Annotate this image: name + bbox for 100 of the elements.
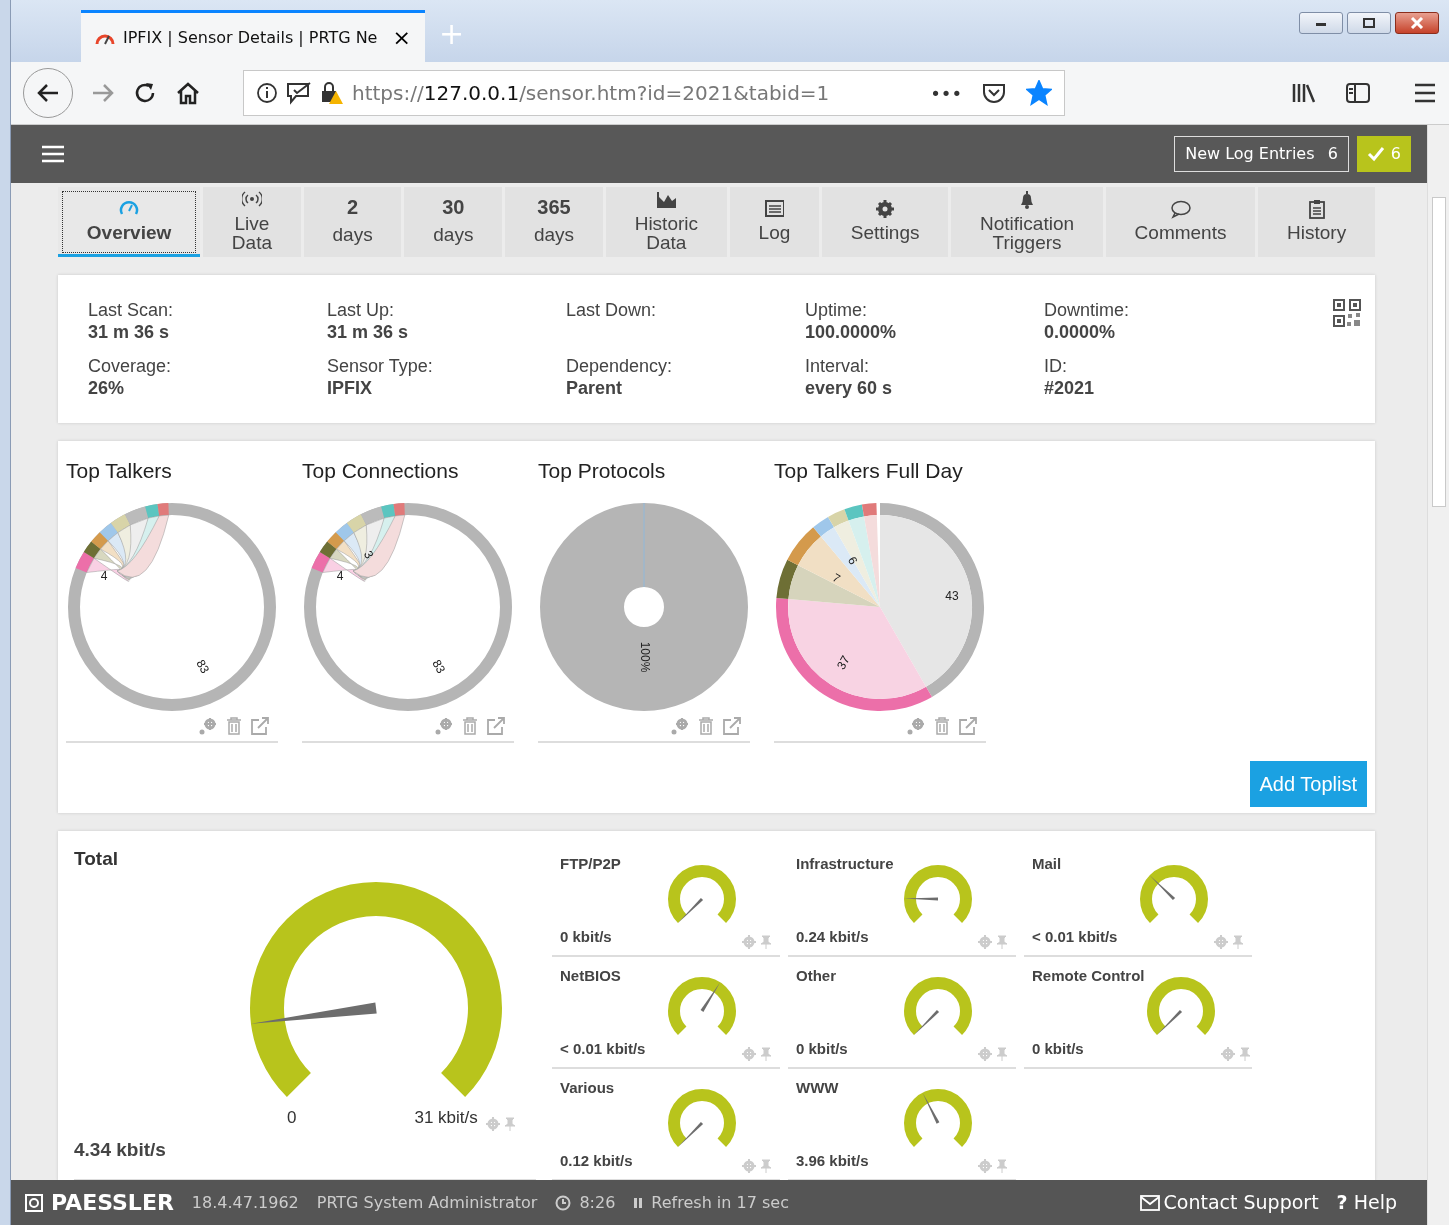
detail-label: Last Down: xyxy=(566,299,658,321)
new-log-entries-button[interactable]: New Log Entries 6 xyxy=(1174,136,1349,172)
page-tab[interactable]: Settings xyxy=(822,187,949,257)
settings-icon[interactable] xyxy=(1214,934,1228,949)
pin-icon[interactable] xyxy=(996,934,1008,949)
settings-icon[interactable] xyxy=(978,1158,992,1173)
settings-icon[interactable] xyxy=(906,716,926,735)
pin-icon[interactable] xyxy=(760,1158,772,1173)
back-button[interactable] xyxy=(23,68,73,118)
home-icon xyxy=(175,81,201,105)
trash-icon[interactable] xyxy=(462,716,478,735)
settings-icon[interactable] xyxy=(978,934,992,949)
page-tab[interactable]: Overview xyxy=(58,187,201,257)
external-link-icon[interactable] xyxy=(250,716,270,735)
gauge-needle xyxy=(678,1121,704,1147)
settings-icon[interactable] xyxy=(742,934,756,949)
library-icon[interactable] xyxy=(1291,82,1317,104)
forward-arrow-icon xyxy=(91,83,115,103)
page-tab[interactable]: Log xyxy=(729,187,820,257)
gauge-dial xyxy=(1146,976,1215,1035)
chart-label: 100% xyxy=(637,641,652,672)
pin-icon[interactable] xyxy=(760,1046,772,1061)
detail-label: Last Scan: xyxy=(88,299,175,321)
chart-label: 6 xyxy=(845,553,861,567)
clock-time: 8:26 xyxy=(579,1191,616,1214)
more-button[interactable]: ••• xyxy=(930,79,962,107)
detail-label: Downtime: xyxy=(1044,299,1131,321)
page-tab[interactable]: Notification Triggers xyxy=(951,187,1103,257)
detail-label: Last Up: xyxy=(327,299,396,321)
gauge-title: NetBIOS xyxy=(560,965,622,986)
contact-support-link[interactable]: Contact Support xyxy=(1139,1188,1319,1217)
address-bar[interactable]: https://127.0.0.1/sensor.htm?id=2021&tabid=1 ••• xyxy=(243,70,1065,116)
settings-icon[interactable] xyxy=(978,1046,992,1061)
detail-value: 31 m 36 s xyxy=(327,321,410,343)
gauge-title: FTP/P2P xyxy=(560,853,622,874)
page-tab[interactable]: Live Data xyxy=(203,187,301,257)
pin-icon[interactable] xyxy=(996,1046,1008,1061)
pocket-icon[interactable] xyxy=(982,82,1006,104)
gauge-value: 0 kbit/s xyxy=(796,1039,849,1059)
speech-bubble-icon xyxy=(1170,199,1191,219)
pin-icon[interactable] xyxy=(1232,934,1244,949)
settings-icon[interactable] xyxy=(1220,1046,1235,1061)
help-link[interactable]: ? Help xyxy=(1336,1188,1397,1217)
minimize-button[interactable] xyxy=(1299,12,1343,34)
forward-button[interactable] xyxy=(91,83,115,103)
gauge-value: 4.34 kbit/s xyxy=(74,1138,167,1162)
page-tab[interactable]: Comments xyxy=(1105,187,1256,257)
external-link-icon[interactable] xyxy=(722,716,742,735)
external-link-icon[interactable] xyxy=(958,716,978,735)
close-window-button[interactable] xyxy=(1395,12,1439,34)
pin-icon[interactable] xyxy=(1238,1046,1251,1061)
scrollbar[interactable] xyxy=(1427,125,1449,1225)
pause-icon[interactable] xyxy=(633,1196,644,1209)
detail-label: Interval: xyxy=(805,355,871,377)
browser-tab[interactable]: IPFIX | Sensor Details | PRTG Ne × xyxy=(81,10,425,62)
trash-icon[interactable] xyxy=(698,716,714,735)
pin-icon[interactable] xyxy=(503,1116,516,1131)
brand-name: PAESSLER xyxy=(51,1189,174,1217)
page-tab[interactable]: 365 days xyxy=(505,187,603,257)
menu-icon[interactable] xyxy=(1413,82,1437,104)
home-button[interactable] xyxy=(175,81,201,105)
pin-icon[interactable] xyxy=(760,934,772,949)
url-text[interactable]: https://127.0.0.1/sensor.htm?id=2021&tabid=1 xyxy=(352,78,830,108)
chart-label: 83 xyxy=(193,656,213,676)
settings-icon[interactable] xyxy=(742,1158,756,1173)
detail-label: Coverage: xyxy=(88,355,173,377)
settings-icon[interactable] xyxy=(670,716,690,735)
tab-title: IPFIX | Sensor Details | PRTG Ne xyxy=(123,26,379,49)
page-tab[interactable]: History xyxy=(1258,187,1375,257)
detail-value: Parent xyxy=(566,377,624,399)
settings-icon[interactable] xyxy=(485,1116,500,1131)
bookmark-star-icon[interactable] xyxy=(1026,80,1052,106)
page-tab[interactable]: 30 days xyxy=(404,187,503,257)
trash-icon[interactable] xyxy=(226,716,242,735)
settings-icon[interactable] xyxy=(434,716,454,735)
close-tab-button[interactable]: × xyxy=(392,21,411,54)
page-tab[interactable]: 2 days xyxy=(303,187,402,257)
trash-icon[interactable] xyxy=(934,716,950,735)
settings-icon[interactable] xyxy=(742,1046,756,1061)
gauge-needle xyxy=(914,1009,940,1035)
gauge-title: Remote Control xyxy=(1032,965,1145,986)
gauge-dial xyxy=(904,1088,972,1147)
page-tab[interactable]: Historic Data xyxy=(605,187,727,257)
detail-label: Uptime: xyxy=(805,299,868,321)
maximize-button[interactable] xyxy=(1347,12,1391,34)
refresh-countdown: Refresh in 17 sec xyxy=(651,1191,789,1214)
list-icon xyxy=(764,199,785,219)
settings-icon xyxy=(875,199,896,219)
detail-value: 26% xyxy=(88,377,126,399)
pin-icon[interactable] xyxy=(996,1158,1008,1173)
reload-button[interactable] xyxy=(133,81,157,105)
reload-icon xyxy=(133,81,157,105)
sidebar-icon[interactable] xyxy=(1345,82,1371,104)
gauge-value: 0 kbit/s xyxy=(1032,1039,1085,1059)
external-link-icon[interactable] xyxy=(486,716,506,735)
settings-icon[interactable] xyxy=(198,716,218,735)
ring-segment xyxy=(828,508,849,527)
gauge-title: WWW xyxy=(796,1077,840,1098)
gauge-value: < 0.01 kbit/s xyxy=(560,1039,647,1059)
qr-code-icon[interactable] xyxy=(1333,299,1361,327)
